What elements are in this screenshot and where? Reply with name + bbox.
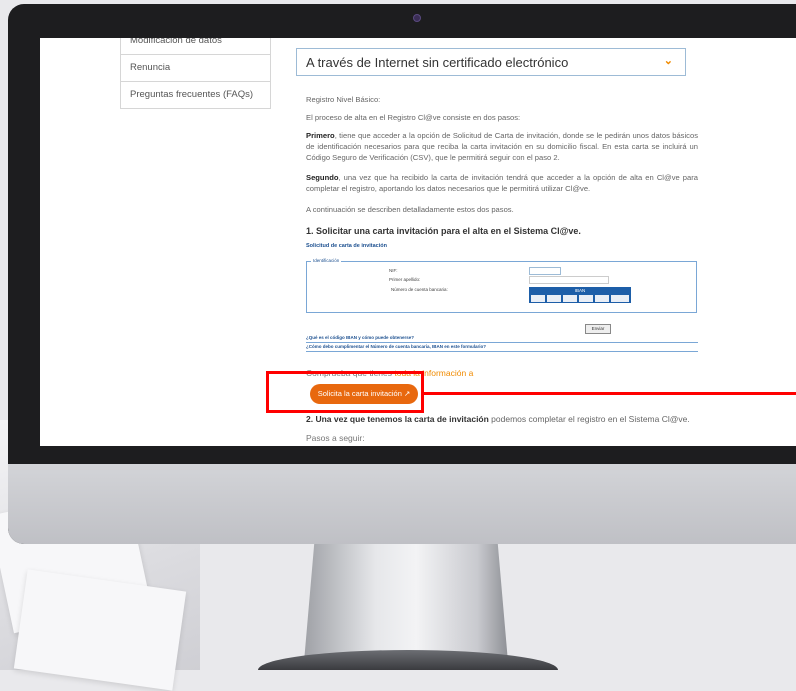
iban-input-group[interactable] xyxy=(529,294,631,303)
paragraph-first: Primero, tiene que acceder a la opción d… xyxy=(306,130,698,163)
invitation-form-image: Solicitud de carta de invitación Identif… xyxy=(306,241,698,356)
sidebar-item-modificacion[interactable]: Modificación de datos xyxy=(121,38,270,55)
highlight-box xyxy=(266,371,424,413)
monitor-chin xyxy=(8,464,796,544)
section-heading: 1. Solicitar una carta invitación para e… xyxy=(306,226,581,236)
iban-field[interactable] xyxy=(595,295,609,302)
second-bold: Segundo xyxy=(306,173,339,182)
step2-text: podemos completar el registro en el Sist… xyxy=(488,414,690,424)
sidebar-item-renuncia[interactable]: Renuncia xyxy=(121,55,270,82)
iban-field[interactable] xyxy=(531,295,545,302)
account-help-link[interactable]: ¿Cómo debo cumplimentar el Número de cue… xyxy=(306,344,486,349)
camera-icon xyxy=(413,14,421,22)
surname-label: Primer apellido: xyxy=(389,277,421,282)
paragraph-step2: 2. Una vez que tenemos la carta de invit… xyxy=(306,414,690,424)
chevron-down-icon[interactable]: ⌄ xyxy=(664,54,673,67)
accordion-header[interactable]: A través de Internet sin certificado ele… xyxy=(296,48,686,76)
send-button[interactable]: Enviar xyxy=(585,324,611,334)
paragraph-intro: El proceso de alta en el Registro Cl@ve … xyxy=(306,113,521,122)
accordion-title: A través de Internet sin certificado ele… xyxy=(306,55,569,70)
fieldset-legend: Identificación xyxy=(311,258,342,263)
iban-field[interactable] xyxy=(611,295,629,302)
iban-field[interactable] xyxy=(547,295,561,302)
paragraph-second: Segundo, una vez que ha recibido la cart… xyxy=(306,172,698,194)
sidebar-menu: Modificación de datos Renuncia Preguntas… xyxy=(120,38,271,109)
monitor: Modificación de datos Renuncia Preguntas… xyxy=(8,4,796,544)
form-title: Solicitud de carta de invitación xyxy=(306,243,387,249)
first-bold: Primero xyxy=(306,131,335,140)
monitor-stand xyxy=(304,544,508,662)
identification-fieldset: Identificación NIF: Primer apellido: Núm… xyxy=(306,258,697,334)
paragraph-detail: A continuación se describen detalladamen… xyxy=(306,205,514,214)
iban-field[interactable] xyxy=(563,295,577,302)
iban-field[interactable] xyxy=(579,295,593,302)
paragraph-level: Registro Nivel Básico: xyxy=(306,95,381,104)
step2-bold: 2. Una vez que tenemos la carta de invit… xyxy=(306,414,489,424)
pointer-line xyxy=(424,392,796,395)
second-text: , una vez que ha recibido la carta de in… xyxy=(306,173,698,193)
monitor-base xyxy=(258,650,558,670)
nif-input[interactable] xyxy=(529,267,561,275)
background-paper xyxy=(13,569,187,691)
surname-input[interactable] xyxy=(529,276,609,284)
divider xyxy=(306,351,698,352)
paragraph-steps: Pasos a seguir: xyxy=(306,433,365,443)
sidebar-item-faqs[interactable]: Preguntas frecuentes (FAQs) xyxy=(121,82,270,109)
nif-label: NIF: xyxy=(389,268,398,273)
iban-header: IBAN xyxy=(529,287,631,294)
iban-help-link[interactable]: ¿Qué es el código IBAN y cómo puede obte… xyxy=(306,335,414,340)
first-text: , tiene que acceder a la opción de Solic… xyxy=(306,131,698,162)
divider xyxy=(306,342,698,343)
account-label: Número de cuenta bancaria: xyxy=(391,287,448,292)
